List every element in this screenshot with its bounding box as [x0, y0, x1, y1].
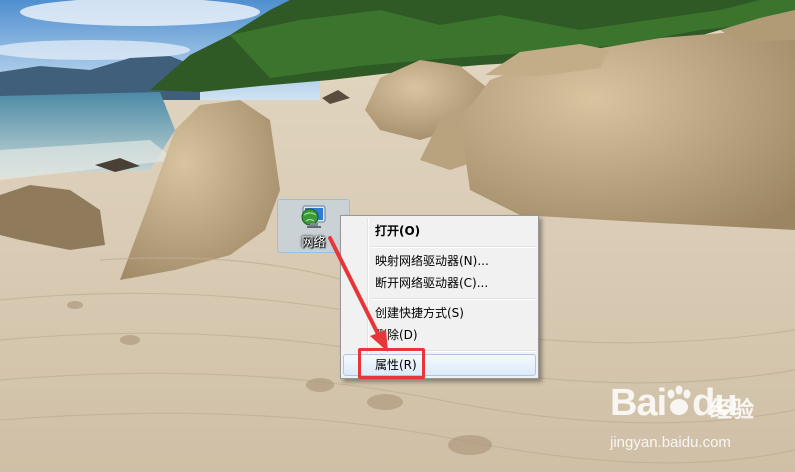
desktop[interactable]: 网络 打开(O) 映射网络驱动器(N)... 断开网络驱动器(C)... 创建快… — [0, 0, 795, 472]
baidu-jingyan-watermark: Bai du 经验 jingyan.baidu.com — [610, 382, 760, 462]
paw-icon — [667, 385, 691, 415]
watermark-text: 经验 — [710, 398, 755, 423]
watermark-url: jingyan.baidu.com — [610, 434, 731, 451]
